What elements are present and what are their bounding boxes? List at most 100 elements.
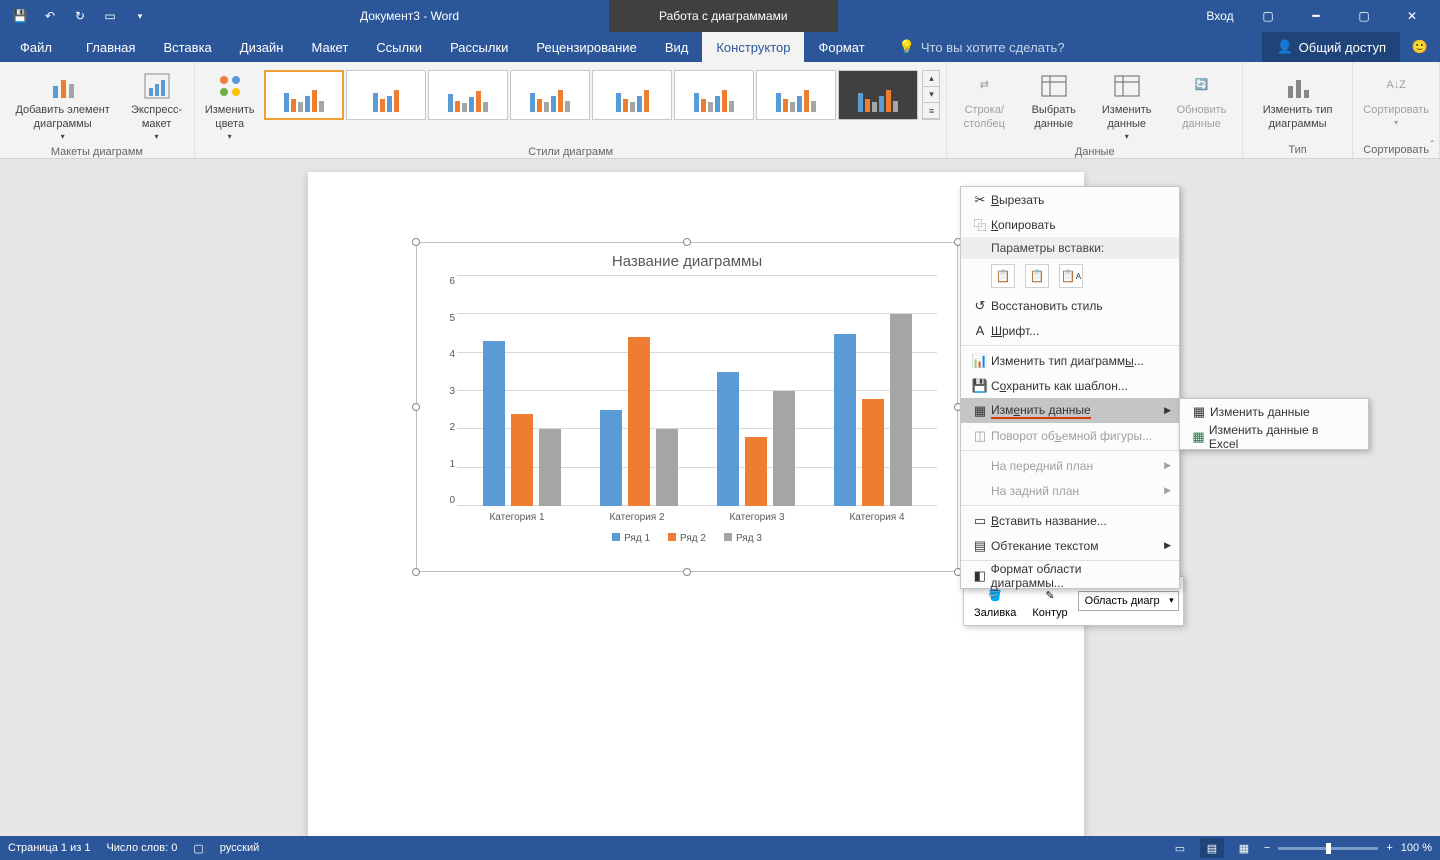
edit-data-submenu: ▦Изменить данные ▦Изменить данные в Exce… <box>1179 398 1369 450</box>
style-gallery-expand[interactable]: ▴▾≡ <box>922 70 940 120</box>
bar[interactable] <box>890 314 912 506</box>
zoom-slider[interactable] <box>1278 847 1378 850</box>
redo-icon[interactable]: ↻ <box>68 4 92 28</box>
bar[interactable] <box>745 437 767 506</box>
chart-style-8[interactable] <box>838 70 918 120</box>
submenu-edit-excel[interactable]: ▦Изменить данные в Excel <box>1180 424 1368 449</box>
ctx-edit-data[interactable]: ▦ Изменить данные ▶ ▦Изменить данные ▦Из… <box>961 398 1179 423</box>
read-mode-icon[interactable]: ▭ <box>1168 838 1192 858</box>
ctx-cut[interactable]: ✂Вырезать <box>961 187 1179 212</box>
collapse-ribbon-icon[interactable]: ˆ <box>1431 140 1434 151</box>
chart-style-7[interactable] <box>756 70 836 120</box>
edit-data-button[interactable]: Изменить данные▾ <box>1090 68 1163 144</box>
submenu-arrow-icon: ▶ <box>1164 405 1171 416</box>
tell-me-placeholder: Что вы хотите сделать? <box>921 40 1065 55</box>
spellcheck-icon[interactable]: ▢ <box>193 842 203 855</box>
chart-title[interactable]: Название диаграммы <box>417 243 957 276</box>
chart-style-4[interactable] <box>510 70 590 120</box>
resize-handle[interactable] <box>412 568 420 576</box>
paste-option-2[interactable]: 📋 <box>1025 264 1049 288</box>
change-colors-button[interactable]: Изменить цвета▾ <box>199 68 261 144</box>
submenu-edit-data[interactable]: ▦Изменить данные <box>1180 399 1368 424</box>
tab-home[interactable]: Главная <box>72 32 149 62</box>
tab-format[interactable]: Формат <box>804 32 878 62</box>
minimize-icon[interactable]: ━ <box>1294 0 1338 32</box>
tab-design[interactable]: Дизайн <box>226 32 298 62</box>
tab-layout[interactable]: Макет <box>297 32 362 62</box>
chart-style-6[interactable] <box>674 70 754 120</box>
tab-file[interactable]: Файл <box>0 32 72 62</box>
add-chart-element-button[interactable]: Добавить элемент диаграммы▾ <box>4 68 121 144</box>
bar[interactable] <box>600 410 622 506</box>
ctx-insert-title[interactable]: ▭Вставить название... <box>961 508 1179 533</box>
close-icon[interactable]: ✕ <box>1390 0 1434 32</box>
chart-style-3[interactable] <box>428 70 508 120</box>
document-title: Документ3 - Word <box>360 9 459 23</box>
maximize-icon[interactable]: ▢ <box>1342 0 1386 32</box>
paste-option-3[interactable]: 📋A <box>1059 264 1083 288</box>
express-layout-button[interactable]: Экспресс-макет▾ <box>123 68 190 144</box>
new-doc-icon[interactable]: ▭ <box>98 4 122 28</box>
undo-icon[interactable]: ↶ <box>38 4 62 28</box>
tab-mailings[interactable]: Рассылки <box>436 32 522 62</box>
qat-customize-icon[interactable]: ▾ <box>128 4 152 28</box>
chart-legend[interactable]: Ряд 1Ряд 2Ряд 3 <box>417 533 957 544</box>
ctx-font[interactable]: AШрифт... <box>961 318 1179 343</box>
ctx-copy[interactable]: ⿻Копировать <box>961 212 1179 237</box>
paste-option-1[interactable]: 📋 <box>991 264 1015 288</box>
context-menu: ✂Вырезать ⿻Копировать Параметры вставки:… <box>960 186 1180 589</box>
tab-references[interactable]: Ссылки <box>362 32 436 62</box>
zoom-out-button[interactable]: − <box>1264 842 1270 854</box>
bar[interactable] <box>773 391 795 506</box>
web-layout-icon[interactable]: ▦ <box>1232 838 1256 858</box>
language-indicator[interactable]: русский <box>220 842 259 854</box>
print-layout-icon[interactable]: ▤ <box>1200 838 1224 858</box>
tab-view[interactable]: Вид <box>651 32 703 62</box>
tab-insert[interactable]: Вставка <box>149 32 225 62</box>
feedback-smiley-icon[interactable]: 🙂 <box>1400 32 1440 62</box>
bar[interactable] <box>628 337 650 506</box>
ctx-change-chart-type[interactable]: 📊Изменить тип диаграммы... <box>961 348 1179 373</box>
save-icon[interactable]: 💾 <box>8 4 32 28</box>
tab-constructor[interactable]: Конструктор <box>702 32 804 62</box>
layouts-group-label: Макеты диаграмм <box>4 144 190 160</box>
bar[interactable] <box>717 372 739 506</box>
resize-handle[interactable] <box>683 568 691 576</box>
resize-handle[interactable] <box>683 238 691 246</box>
signin-button[interactable]: Вход <box>1198 0 1242 32</box>
plot-area[interactable]: 0123456 <box>457 276 937 506</box>
select-data-button[interactable]: Выбрать данные <box>1019 68 1088 134</box>
chart-area-selector[interactable]: Область диагр <box>1078 591 1179 611</box>
tell-me-search[interactable]: 💡Что вы хотите сделать? <box>899 32 1065 62</box>
chart-object[interactable]: Название диаграммы 0123456 Категория 1Ка… <box>416 242 958 572</box>
bar[interactable] <box>656 429 678 506</box>
ribbon-display-icon[interactable]: ▢ <box>1246 0 1290 32</box>
change-chart-type-button[interactable]: Изменить тип диаграммы <box>1247 68 1348 134</box>
zoom-in-button[interactable]: + <box>1386 842 1392 854</box>
chart-style-5[interactable] <box>592 70 672 120</box>
tab-review[interactable]: Рецензирование <box>522 32 650 62</box>
zoom-level[interactable]: 100 % <box>1401 842 1432 854</box>
bar[interactable] <box>539 429 561 506</box>
word-count[interactable]: Число слов: 0 <box>106 842 177 854</box>
ctx-change-type-label: Изменить тип диаграммы... <box>991 354 1144 368</box>
resize-handle[interactable] <box>412 238 420 246</box>
chart-style-1[interactable] <box>264 70 344 120</box>
edit-data-icon: ▦ <box>969 403 991 419</box>
ctx-wrap-text[interactable]: ▤Обтекание текстом▶ <box>961 533 1179 558</box>
ctx-save-template[interactable]: 💾Сохранить как шаблон... <box>961 373 1179 398</box>
bar[interactable] <box>483 341 505 506</box>
bar[interactable] <box>862 399 884 506</box>
ctx-paste-options-header: Параметры вставки: <box>961 237 1179 259</box>
change-type-icon <box>1282 70 1314 102</box>
change-type-label: Изменить тип диаграммы <box>1253 104 1342 132</box>
share-button[interactable]: 👤Общий доступ <box>1262 32 1400 62</box>
bar[interactable] <box>511 414 533 506</box>
ctx-restore-style[interactable]: ↺Восстановить стиль <box>961 293 1179 318</box>
document-area: Название диаграммы 0123456 Категория 1Ка… <box>0 159 1440 836</box>
ctx-format-area[interactable]: ◧Формат области диаграммы... <box>961 563 1179 588</box>
resize-handle[interactable] <box>412 403 420 411</box>
page-indicator[interactable]: Страница 1 из 1 <box>8 842 90 854</box>
chart-style-2[interactable] <box>346 70 426 120</box>
bar[interactable] <box>834 334 856 507</box>
